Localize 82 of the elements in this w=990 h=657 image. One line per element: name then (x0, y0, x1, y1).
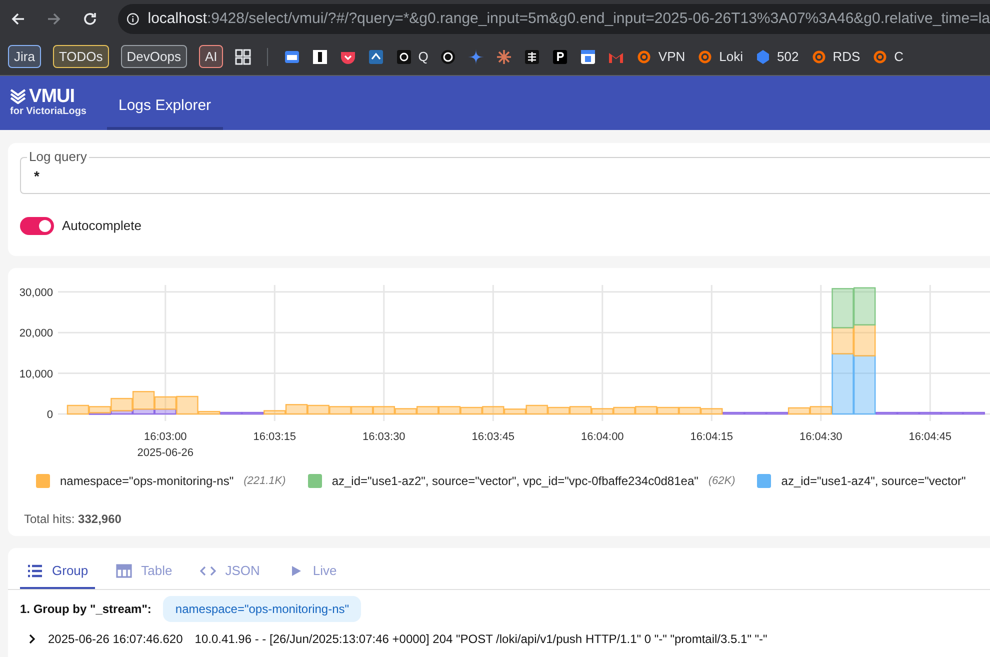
bookmark-link[interactable]: RDS (810, 46, 860, 66)
letter-tile-icon[interactable] (312, 48, 328, 64)
x-tick-label: 16:03:00 (144, 431, 187, 443)
logo-subtitle: for VictoriaLogs (10, 106, 86, 118)
sheet-icon[interactable] (284, 48, 300, 64)
bar (416, 406, 439, 415)
bookmark-tag[interactable]: DevOops (120, 44, 187, 68)
bar (613, 406, 636, 415)
ring-icon[interactable] (440, 48, 456, 64)
x-tick-label: 16:04:45 (908, 431, 952, 443)
log-time: 2025-06-26 16:07:46.620 (48, 631, 183, 648)
log-message: 10.0.41.96 - - [26/Jun/2025:13:07:46 +0000] 204 "POST /loki/api/v1/push HTTP/1.1" 0 "-" "promtail/3.5.1" "-" (194, 631, 768, 648)
url-text: localhost:9428/select/vmui/?#/?query=*&g0.range_input=5m&g0.end_input=2025-06-26T13%3A07%3A46&g0.relative_time=la (148, 8, 990, 29)
calendar-icon[interactable] (580, 48, 596, 64)
bookmark-link[interactable]: C (872, 46, 904, 66)
grid-tile-icon[interactable] (524, 48, 540, 64)
forward-icon[interactable] (46, 11, 62, 27)
query-field[interactable]: Log query * (20, 149, 990, 194)
legend-swatch[interactable] (36, 474, 50, 488)
legend-count: (221.1K) (244, 474, 286, 489)
bar (635, 406, 658, 415)
bookmark-link[interactable]: VPN (636, 46, 686, 66)
bar (854, 287, 876, 326)
legend-count: (62K) (708, 474, 736, 489)
bookmark-link[interactable]: 502 (755, 46, 799, 66)
x-tick-label: 16:04:30 (799, 431, 842, 443)
tile-icon[interactable] (368, 48, 384, 64)
nav-tab[interactable]: Logs Explorer (106, 86, 224, 130)
logo-text: VMUI (29, 86, 75, 106)
query-text: * (34, 168, 40, 184)
bookmark-tag[interactable]: AI (198, 44, 224, 68)
square-ring-icon (396, 48, 412, 64)
group-title: 1. Group by "_stream": (20, 601, 152, 618)
date-label: 2025-06-26 (137, 447, 194, 459)
bookmark-link[interactable]: Loki (697, 46, 743, 66)
total-hits-value: 332,960 (78, 512, 122, 526)
bar (482, 406, 504, 415)
y-tick-label: 30,000 (19, 286, 53, 299)
back-icon[interactable] (10, 11, 26, 27)
autocomplete-toggle[interactable] (20, 216, 54, 235)
view-tab[interactable]: Group (20, 554, 96, 589)
legend-swatch[interactable] (757, 474, 772, 488)
legend-label[interactable]: namespace="ops-monitoring-ns" (60, 472, 234, 490)
apps-grid-icon[interactable] (235, 48, 252, 64)
bar (678, 406, 701, 415)
bookmark-link[interactable]: Q (396, 46, 428, 66)
bar (569, 406, 592, 415)
list-icon (27, 562, 43, 578)
x-tick-label: 16:03:30 (362, 431, 406, 443)
x-tick-label: 16:04:15 (690, 431, 734, 443)
y-tick-label: 0 (46, 409, 53, 421)
x-tick-label: 16:03:45 (472, 431, 515, 443)
stream-chip[interactable]: namespace="ops-monitoring-ns" (163, 596, 362, 622)
y-tick-label: 20,000 (19, 328, 53, 340)
bar (372, 406, 395, 415)
hexagon-icon (755, 48, 771, 64)
chevron-icon[interactable] (28, 634, 36, 644)
x-tick-label: 16:04:00 (580, 431, 624, 443)
legend-label[interactable]: az_id="use1-az4", source="vector" (781, 472, 966, 490)
asterisk-icon[interactable] (496, 48, 512, 64)
field-label: Log query (28, 149, 88, 165)
toggle-label: Autocomplete (62, 217, 142, 235)
bar (329, 406, 352, 415)
info-icon (126, 10, 140, 28)
table-icon (116, 562, 132, 578)
legend-label[interactable]: az_id="use1-az2", source="vector", vpc_id="vpc-0fbaffe234c0d81ea" (332, 472, 698, 490)
bar (438, 406, 461, 415)
bar (307, 404, 330, 415)
x-tick-label: 16:03:15 (253, 431, 296, 443)
bookmark-tag[interactable]: TODOs (52, 44, 109, 68)
y-tick-label: 10,000 (19, 368, 53, 380)
reload-icon[interactable] (82, 11, 98, 27)
legend-swatch[interactable] (308, 474, 322, 488)
bar (548, 406, 570, 415)
tile-icon[interactable] (552, 48, 568, 64)
total-hits-label: Total hits: (24, 512, 75, 526)
bar (460, 406, 482, 415)
bar (656, 406, 680, 415)
bar (350, 406, 374, 415)
logo-icon (10, 88, 26, 104)
bookmark-tag[interactable]: Jira (8, 44, 41, 68)
address-bar[interactable]: localhost:9428/select/vmui/?#/?query=*&g0.range_input=5m&g0.end_input=2025-06-26T13%3A07%3A46&g0.relative_time=la (118, 4, 990, 34)
